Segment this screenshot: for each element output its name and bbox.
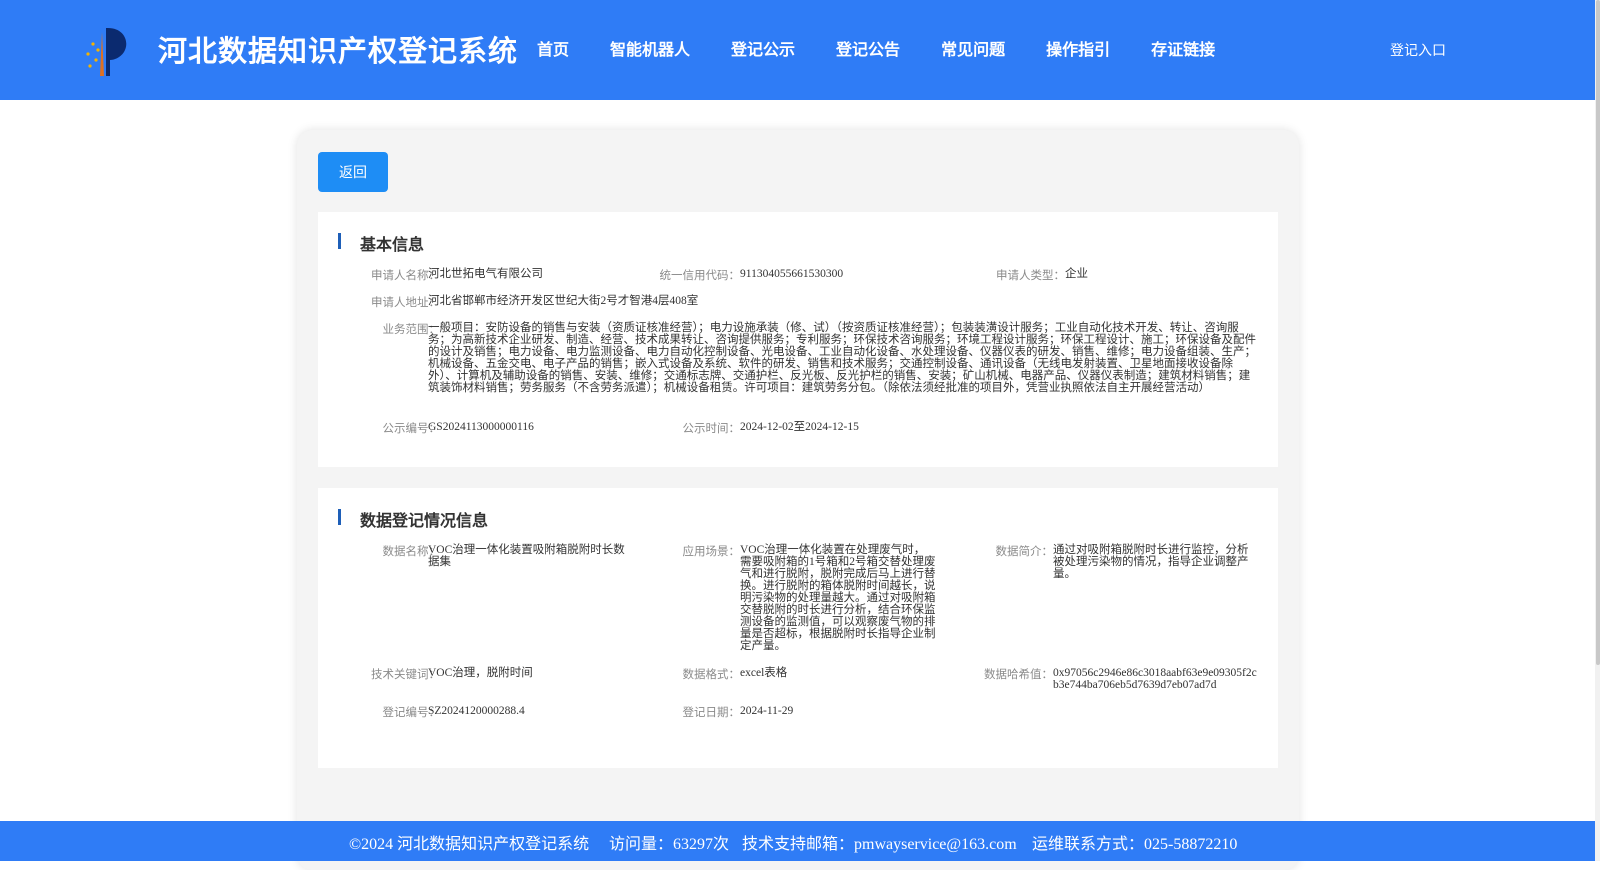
page-footer: ©2024 河北数据知识产权登记系统 访问量：63297次 技术支持邮箱：pmw… [0, 821, 1595, 861]
scope-value: 一般项目：安防设备的销售与安装（资质证核准经营）；电力设施承装（修、试）（按资质… [428, 322, 1256, 394]
credit-code-label: 统一信用代码： [659, 270, 741, 282]
format-value: excel表格 [740, 667, 788, 679]
nav-robot[interactable]: 智能机器人 [610, 36, 690, 60]
footer-email: 技术支持邮箱：pmwayservice@163.com [742, 836, 1017, 853]
data-name-value: VOC治理一体化装置吸附箱脱附时长数据集 [428, 544, 625, 568]
site-title: 河北数据知识产权登记系统 [158, 34, 519, 68]
footer-phone: 运维联系方式：025-58872210 [1032, 836, 1238, 853]
applicant-type-value: 企业 [1065, 268, 1088, 280]
hash-value: 0x97056c2946e86c3018aabf63e9e09305f2cb3e… [1053, 667, 1257, 691]
registration-info-title: 数据登记情况信息 [338, 507, 488, 531]
pub-time-label: 公示时间： [682, 423, 741, 435]
applicant-name-value: 河北世拓电气有限公司 [428, 268, 543, 280]
format-label: 数据格式： [682, 669, 741, 681]
reg-no-value: SZ2024120000288.4 [428, 705, 525, 717]
intro-label: 数据简介： [995, 546, 1054, 558]
nav-publicity[interactable]: 登记公示 [731, 36, 795, 60]
nav-evidence-link[interactable]: 存证链接 [1151, 36, 1215, 60]
pub-no-value: GS2024113000000116 [428, 421, 534, 433]
scene-value: VOC治理一体化装置在处理废气时，需要吸附箱的1号箱和2号箱交替处理废气和进行脱… [740, 544, 936, 652]
scene-label: 应用场景： [682, 546, 741, 558]
nav-faq[interactable]: 常见问题 [941, 36, 1005, 60]
basic-info-title: 基本信息 [338, 231, 424, 255]
scrollbar-thumb[interactable] [1596, 0, 1600, 665]
reg-date-label: 登记日期： [682, 707, 741, 719]
nav-announcement[interactable]: 登记公告 [836, 36, 900, 60]
main-nav: 首页 智能机器人 登记公示 登记公告 常见问题 操作指引 存证链接 [537, 36, 1256, 60]
keywords-value: VOC治理，脱附时间 [428, 667, 533, 679]
credit-code-value: 911304055661530300 [740, 268, 844, 280]
applicant-type-label: 申请人类型： [996, 270, 1065, 282]
footer-copyright: ©2024 河北数据知识产权登记系统 [349, 836, 590, 853]
back-button[interactable]: 返回 [318, 152, 388, 192]
nav-guide[interactable]: 操作指引 [1046, 36, 1110, 60]
top-header: 河北数据知识产权登记系统 首页 智能机器人 登记公示 登记公告 常见问题 操作指… [0, 0, 1595, 100]
login-link[interactable]: 登记入口 [1390, 40, 1446, 60]
pub-time-value: 2024-12-02至2024-12-15 [740, 421, 859, 433]
reg-date-value: 2024-11-29 [740, 705, 794, 717]
hash-label: 数据哈希值： [984, 669, 1053, 681]
basic-info-panel: 基本信息 申请人名称： 河北世拓电气有限公司 统一信用代码： 911304055… [318, 212, 1278, 467]
registration-info-panel: 数据登记情况信息 数据名称： VOC治理一体化装置吸附箱脱附时长数据集 应用场景… [318, 488, 1278, 768]
nav-home[interactable]: 首页 [537, 36, 569, 60]
intro-value: 通过对吸附箱脱附时长进行监控，分析被处理污染物的情况，指导企业调整产量。 [1053, 544, 1249, 580]
address-value: 河北省邯郸市经济开发区世纪大街2号才智港4层408室 [428, 295, 699, 307]
footer-visits: 访问量：63297次 [609, 836, 730, 853]
site-logo-icon [86, 28, 127, 76]
